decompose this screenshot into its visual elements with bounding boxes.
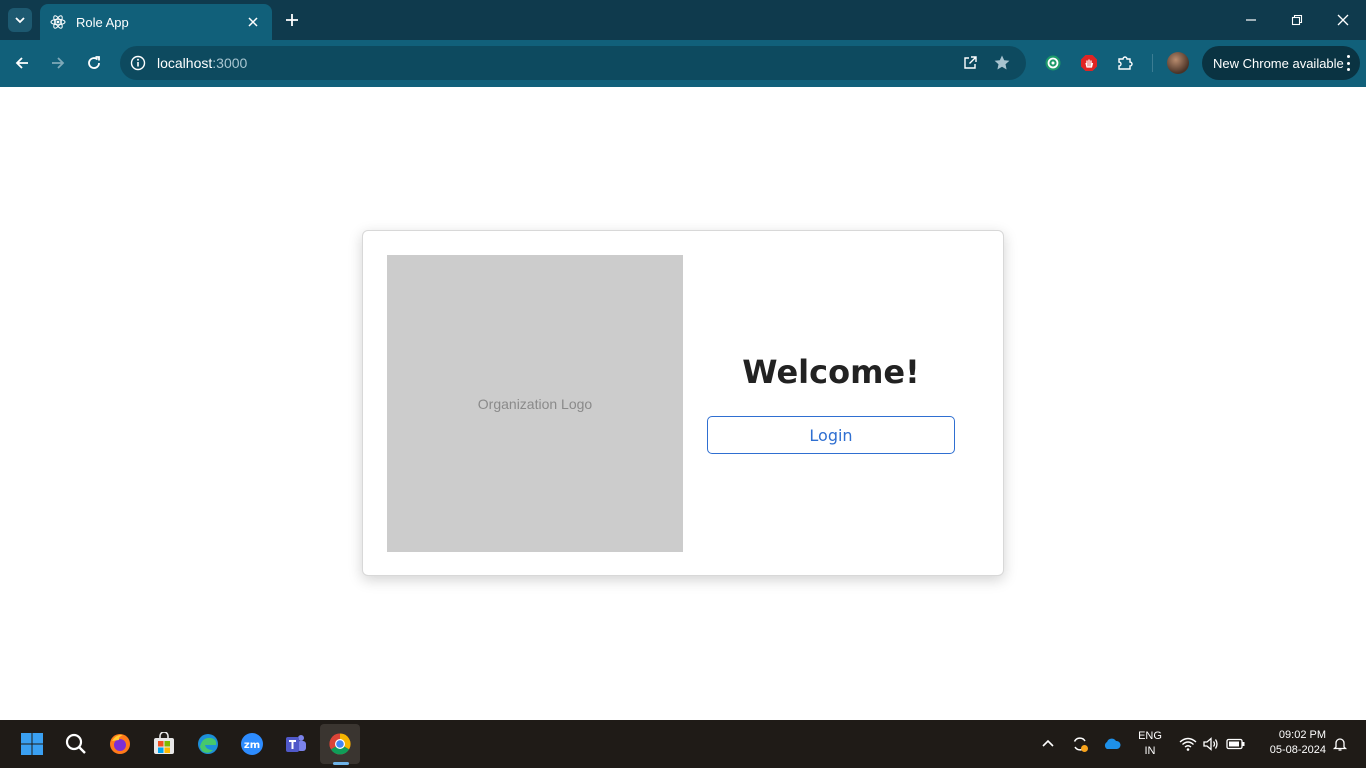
url-port: :3000 — [212, 55, 248, 71]
extension-green-icon[interactable] — [1042, 52, 1064, 74]
organization-logo-placeholder: Organization Logo — [387, 255, 683, 552]
chrome-update-button[interactable]: New Chrome available — [1202, 46, 1360, 80]
browser-toolbar: localhost:3000 New Chrome available — [0, 40, 1366, 87]
system-clock[interactable]: 09:02 PM 05-08-2024 — [1254, 728, 1326, 758]
react-icon — [50, 14, 66, 30]
chevron-down-icon — [15, 17, 25, 24]
start-button[interactable] — [12, 724, 52, 764]
show-hidden-icons[interactable] — [1038, 734, 1058, 754]
forward-button[interactable] — [45, 50, 71, 76]
bookmark-star-icon[interactable] — [992, 53, 1012, 73]
clock-time: 09:02 PM — [1278, 729, 1326, 741]
back-button[interactable] — [9, 50, 35, 76]
browser-tab-strip: Role App — [0, 0, 1366, 40]
page-content: Organization Logo Welcome! Login — [0, 87, 1366, 720]
close-tab-icon[interactable] — [244, 13, 262, 31]
onedrive-icon[interactable] — [1102, 734, 1122, 754]
url-host: localhost — [157, 55, 213, 71]
taskbar-edge[interactable] — [188, 724, 228, 764]
minimize-window-button[interactable] — [1239, 8, 1263, 32]
clock-date: 05-08-2024 — [1269, 744, 1326, 756]
taskbar-search-button[interactable] — [56, 724, 96, 764]
windows-taskbar: zm ENG IN 09:02 PM 05-08-2024 — [0, 720, 1366, 768]
address-url: localhost:3000 — [157, 55, 247, 71]
reload-button[interactable] — [81, 50, 107, 76]
extensions-puzzle-icon[interactable] — [1114, 52, 1136, 74]
restore-icon — [1291, 14, 1303, 26]
windows-icon — [21, 733, 43, 755]
input-language[interactable]: ENG IN — [1134, 729, 1166, 759]
reload-icon — [88, 56, 100, 69]
minimize-icon — [1246, 19, 1256, 21]
update-label: New Chrome available — [1213, 55, 1344, 71]
wifi-icon[interactable] — [1178, 734, 1198, 754]
sync-status-icon[interactable] — [1070, 734, 1090, 754]
welcome-card: Organization Logo Welcome! Login — [362, 230, 1004, 576]
taskbar-store[interactable] — [144, 724, 184, 764]
taskbar-chrome[interactable] — [320, 724, 360, 764]
arrow-right-icon — [52, 57, 65, 69]
welcome-heading: Welcome! — [742, 353, 920, 391]
language-region: IN — [1144, 745, 1156, 757]
active-app-indicator — [333, 762, 349, 765]
site-info-icon[interactable] — [128, 53, 148, 73]
teams-icon — [286, 735, 306, 752]
tab-search-button[interactable] — [8, 8, 32, 32]
search-icon — [65, 733, 86, 754]
login-button[interactable]: Login — [707, 416, 955, 454]
plus-icon — [286, 14, 298, 26]
store-icon — [154, 732, 174, 754]
tab-title: Role App — [76, 14, 129, 30]
firefox-icon — [110, 734, 130, 754]
browser-tab[interactable]: Role App — [40, 4, 272, 40]
arrow-left-icon — [15, 57, 28, 69]
taskbar-firefox[interactable] — [100, 724, 140, 764]
new-tab-button[interactable] — [282, 10, 302, 30]
taskbar-zoom[interactable]: zm — [232, 724, 272, 764]
profile-avatar[interactable] — [1167, 52, 1189, 74]
open-in-app-icon[interactable] — [960, 53, 980, 73]
close-icon — [1337, 14, 1349, 26]
address-bar[interactable]: localhost:3000 — [120, 46, 1026, 80]
language-code: ENG — [1138, 730, 1162, 742]
volume-icon[interactable] — [1201, 734, 1221, 754]
taskbar-teams[interactable] — [276, 724, 316, 764]
svg-text:zm: zm — [244, 740, 260, 751]
logo-placeholder-text: Organization Logo — [477, 395, 593, 412]
edge-icon — [198, 734, 218, 754]
chrome-icon — [329, 733, 351, 755]
restore-window-button[interactable] — [1285, 8, 1309, 32]
zoom-icon: zm — [241, 733, 263, 755]
toolbar-divider — [1152, 54, 1153, 72]
battery-icon[interactable] — [1226, 734, 1246, 754]
notifications-icon[interactable] — [1330, 734, 1350, 754]
more-menu-icon[interactable] — [1346, 55, 1350, 71]
close-window-button[interactable] — [1331, 8, 1355, 32]
ad-block-icon[interactable] — [1078, 52, 1100, 74]
chevron-up-icon — [1042, 739, 1054, 747]
